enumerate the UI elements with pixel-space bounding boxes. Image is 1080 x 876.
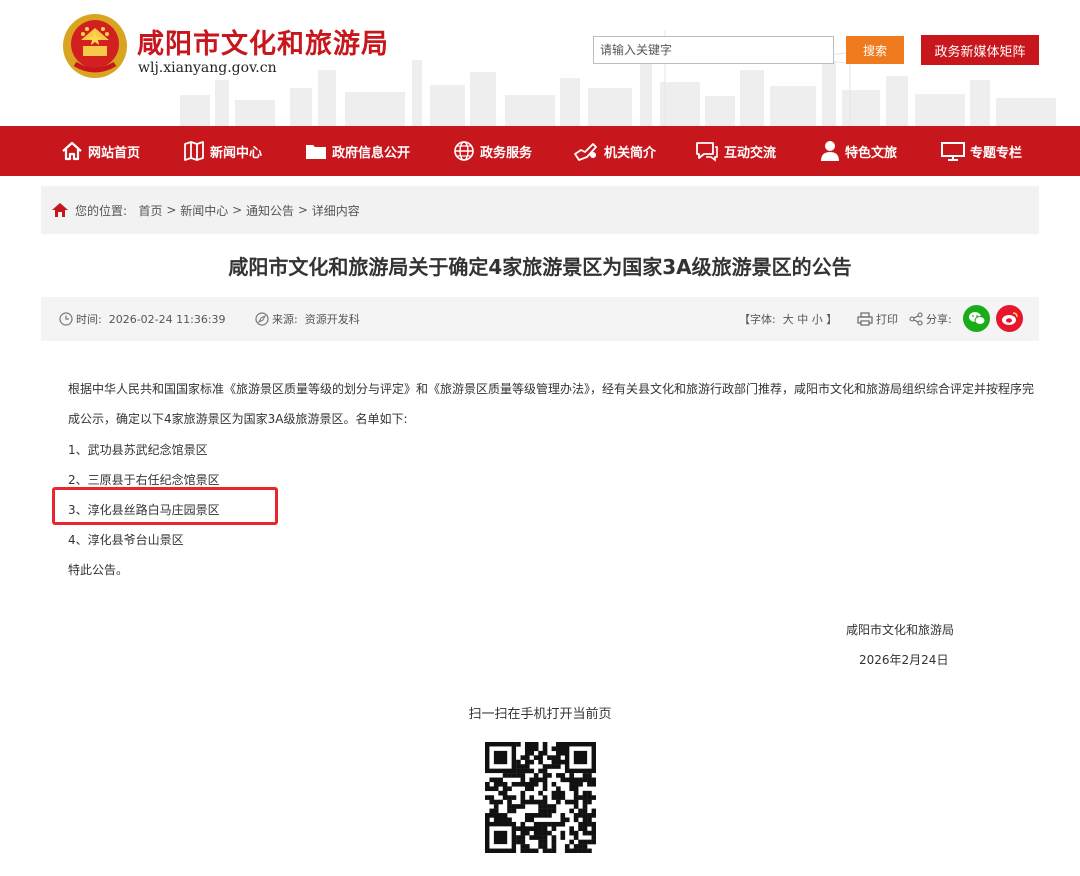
nav-item-culture-tourism[interactable]: 特色文旅 bbox=[820, 126, 897, 176]
monitor-icon bbox=[941, 142, 965, 161]
weibo-share-button[interactable] bbox=[996, 305, 1023, 332]
signature-org: 咸阳市文化和旅游局 bbox=[846, 623, 955, 637]
qr-code-icon bbox=[485, 742, 596, 853]
breadcrumb-item-detail: 详细内容 bbox=[311, 203, 360, 218]
site-title[interactable]: 咸阳市文化和旅游局 bbox=[137, 22, 389, 61]
search-input[interactable] bbox=[593, 36, 834, 64]
publish-time: 时间: 2026-02-24 11:36:39 bbox=[59, 297, 226, 341]
share-label: 分享: bbox=[926, 313, 952, 326]
breadcrumb-separator: > bbox=[232, 203, 243, 217]
nav-label: 机关简介 bbox=[604, 145, 657, 161]
time-value: 2026-02-24 11:36:39 bbox=[108, 312, 226, 326]
weibo-icon bbox=[1001, 312, 1018, 325]
nav-label: 特色文旅 bbox=[845, 145, 898, 161]
article-meta-bar: 时间: 2026-02-24 11:36:39 来源: 资源开发科 【字体: 大… bbox=[41, 297, 1039, 341]
nav-item-home[interactable]: 网站首页 bbox=[61, 126, 140, 176]
font-label: 【字体: bbox=[739, 313, 776, 326]
folder-icon bbox=[306, 145, 326, 159]
wechat-icon bbox=[968, 312, 985, 325]
list-item: 1、武功县苏武纪念馆景区 bbox=[68, 443, 208, 457]
printer-icon bbox=[857, 312, 873, 326]
media-matrix-button[interactable]: 政务新媒体矩阵 bbox=[921, 35, 1039, 65]
share-icon bbox=[909, 312, 923, 326]
source: 来源: 资源开发科 bbox=[255, 297, 360, 341]
list-item: 2、三原县于右任纪念馆景区 bbox=[68, 473, 220, 487]
font-close: 】 bbox=[826, 313, 838, 326]
font-size-control: 【字体: 大 中 小 】 bbox=[739, 297, 837, 341]
nav-label: 网站首页 bbox=[88, 145, 141, 161]
list-item: 4、淳化县爷台山景区 bbox=[68, 533, 184, 547]
national-emblem-icon bbox=[63, 14, 127, 78]
breadcrumb-separator: > bbox=[166, 203, 177, 217]
highlight-annotation-box bbox=[52, 487, 278, 525]
breadcrumb-separator: > bbox=[297, 203, 308, 217]
nav-label: 专题专栏 bbox=[970, 145, 1023, 161]
nav-item-special-topics[interactable]: 专题专栏 bbox=[941, 126, 1022, 176]
print-label: 打印 bbox=[876, 313, 898, 326]
wechat-share-button[interactable] bbox=[963, 305, 990, 332]
breadcrumb-item-news[interactable]: 新闻中心 bbox=[180, 202, 228, 219]
clock-icon bbox=[59, 312, 73, 326]
globe-icon bbox=[454, 141, 474, 161]
time-label: 时间: bbox=[76, 313, 102, 326]
chat-icon bbox=[696, 142, 718, 162]
nav-item-services[interactable]: 政务服务 bbox=[453, 126, 532, 176]
home-icon bbox=[62, 141, 82, 161]
nav-item-gov-info[interactable]: 政府信息公开 bbox=[305, 126, 410, 176]
share-section: 分享: bbox=[909, 297, 952, 341]
site-url[interactable]: wlj.xianyang.gov.cn bbox=[138, 60, 277, 76]
font-small-button[interactable]: 小 bbox=[812, 311, 823, 327]
home-icon bbox=[52, 203, 68, 217]
breadcrumb-item-notices[interactable]: 通知公告 bbox=[246, 202, 294, 219]
compass-icon bbox=[255, 312, 269, 326]
article-title: 咸阳市文化和旅游局关于确定4家旅游景区为国家3A级旅游景区的公告 bbox=[228, 255, 852, 279]
source-value: 资源开发科 bbox=[304, 313, 360, 326]
main-nav: 网站首页 新闻中心 政府信息公开 政务服务 机关简介 互动交流 特色文旅 专题专… bbox=[0, 126, 1080, 176]
breadcrumb-prefix: 您的位置: bbox=[75, 203, 128, 218]
closing-text: 特此公告。 bbox=[68, 563, 129, 577]
nav-label: 政务服务 bbox=[480, 145, 533, 161]
font-medium-button[interactable]: 中 bbox=[797, 311, 808, 327]
nav-item-news[interactable]: 新闻中心 bbox=[183, 126, 262, 176]
print-button[interactable]: 打印 bbox=[857, 297, 898, 341]
article-paragraph: 根据中华人民共和国国家标准《旅游景区质量等级的划分与评定》和《旅游景区质量等级管… bbox=[68, 382, 1035, 426]
signature-date: 2026年2月24日 bbox=[859, 653, 949, 667]
search-button[interactable]: 搜索 bbox=[846, 36, 904, 64]
nav-label: 新闻中心 bbox=[210, 145, 263, 161]
breadcrumb-item-home[interactable]: 首页 bbox=[139, 202, 163, 219]
nav-label: 互动交流 bbox=[724, 145, 777, 161]
nav-item-interaction[interactable]: 互动交流 bbox=[695, 126, 776, 176]
book-icon bbox=[184, 141, 204, 161]
person-icon bbox=[821, 141, 839, 161]
font-large-button[interactable]: 大 bbox=[783, 311, 794, 327]
site-header: 咸阳市文化和旅游局 wlj.xianyang.gov.cn 搜索 政务新媒体矩阵 bbox=[0, 0, 1080, 126]
breadcrumb: 您的位置: 首页 > 新闻中心 > 通知公告 > 详细内容 bbox=[41, 186, 1039, 234]
nav-item-about[interactable]: 机关简介 bbox=[573, 126, 656, 176]
hand-icon bbox=[574, 143, 597, 161]
nav-label: 政府信息公开 bbox=[332, 145, 411, 161]
source-label: 来源: bbox=[272, 313, 298, 326]
qr-label: 扫一扫在手机打开当前页 bbox=[468, 707, 612, 722]
